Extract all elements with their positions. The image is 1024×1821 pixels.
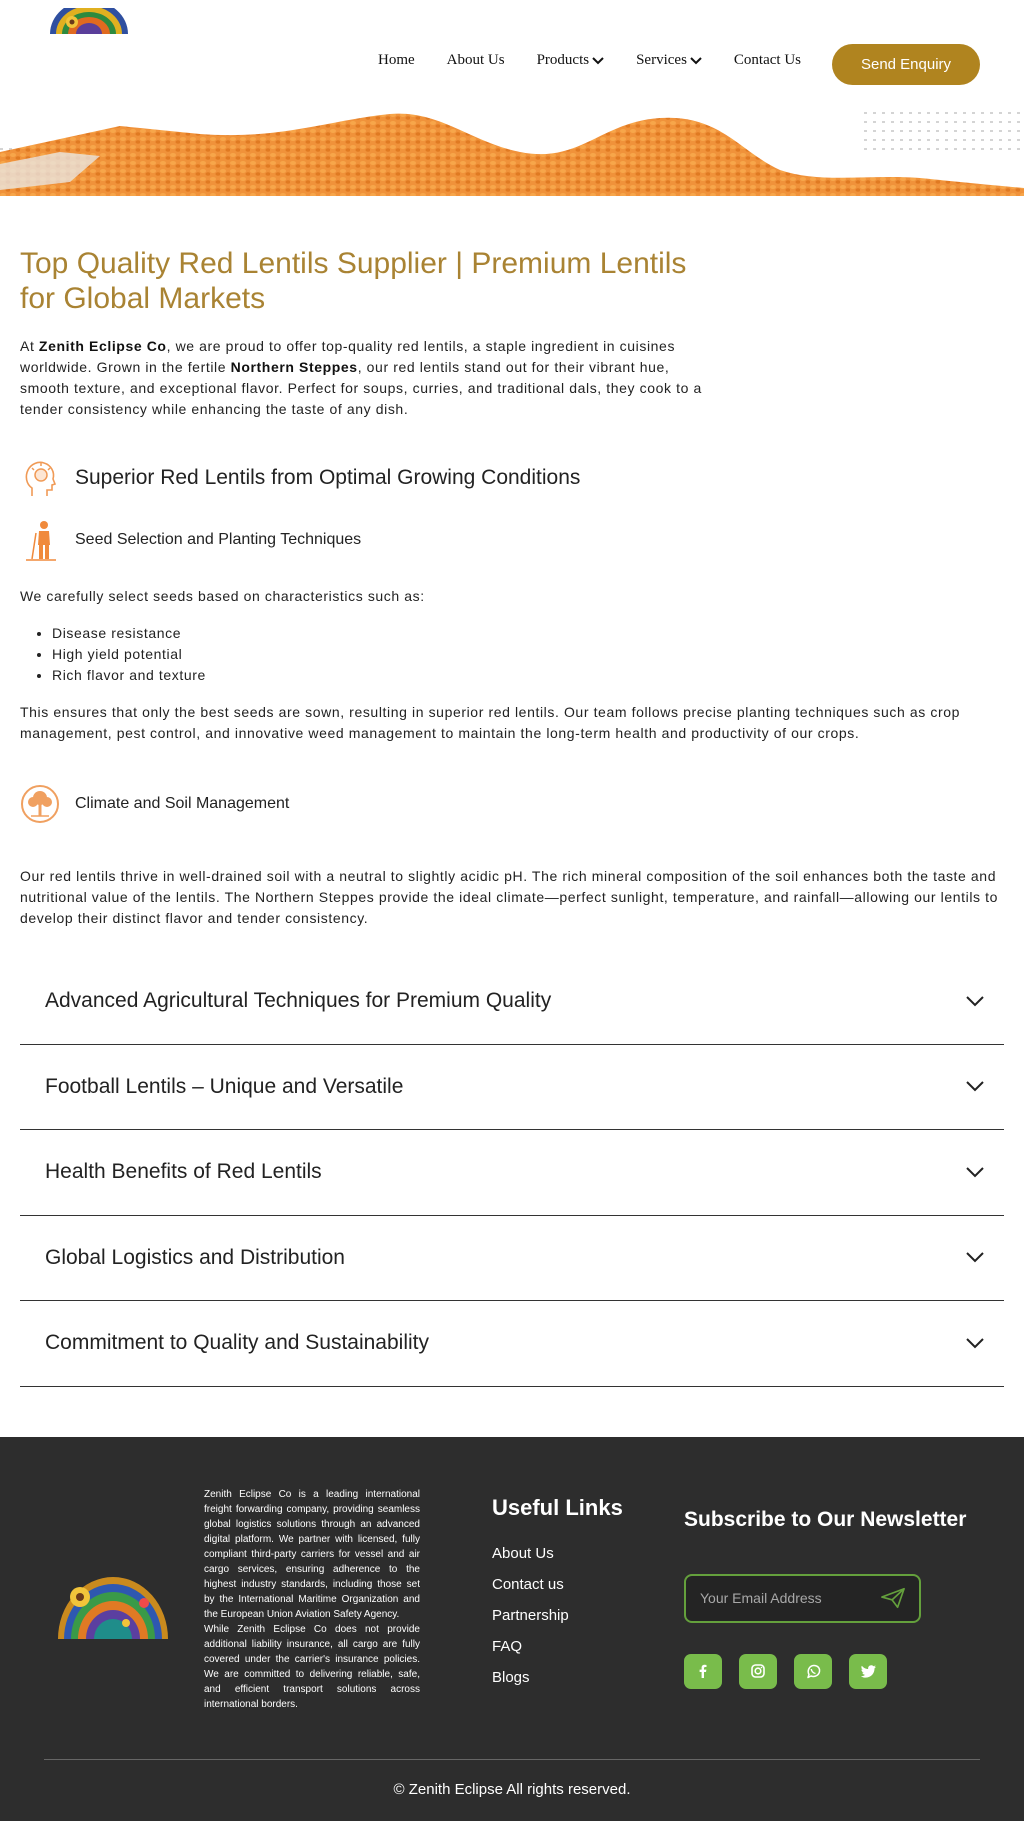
intro-paragraph: At Zenith Eclipse Co, we are proud to of… [20, 336, 710, 420]
nav-contact[interactable]: Contact Us [734, 52, 801, 69]
chevron-down-icon [966, 1081, 984, 1092]
site-header: Home About Us Products Services Contact … [0, 0, 1024, 112]
footer-link[interactable]: Partnership [492, 1607, 569, 1638]
chevron-down-icon [966, 1252, 984, 1263]
accordion-item[interactable]: Advanced Agricultural Techniques for Pre… [20, 959, 1004, 1045]
accordion-title: Commitment to Quality and Sustainability [45, 1331, 429, 1355]
seed-intro-text: We carefully select seeds based on chara… [20, 588, 425, 604]
nav-services-label: Services [636, 52, 687, 68]
footer-logo[interactable] [56, 1567, 170, 1639]
useful-links-list: About Us Contact us Partnership FAQ Blog… [492, 1545, 569, 1700]
newsletter-title: Subscribe to Our Newsletter [684, 1507, 967, 1531]
social-links [684, 1653, 904, 1689]
seed-characteristics-list: Disease resistance High yield potential … [20, 623, 1004, 686]
site-logo[interactable] [48, 8, 130, 34]
climate-heading-row: Climate and Soil Management [20, 782, 1004, 826]
nav-products-label: Products [536, 52, 590, 68]
site-footer: Zenith Eclipse Co is a leading internati… [0, 1436, 1024, 1821]
tree-circle-icon [20, 782, 60, 826]
email-input[interactable] [700, 1590, 881, 1606]
list-item: High yield potential [52, 644, 1004, 665]
chevron-down-icon [966, 1338, 984, 1349]
chevron-down-icon [592, 56, 604, 64]
useful-links-title: Useful Links [492, 1494, 623, 1520]
page-title: Top Quality Red Lentils Supplier | Premi… [20, 247, 687, 315]
newsletter-form [684, 1573, 921, 1623]
lentils-banner-image [0, 112, 1024, 196]
accordion-title: Football Lentils – Unique and Versatile [45, 1074, 404, 1098]
accordion-item[interactable]: Commitment to Quality and Sustainability [20, 1301, 1004, 1387]
climate-heading: Climate and Soil Management [75, 795, 290, 812]
accordion-title: Global Logistics and Distribution [45, 1245, 345, 1269]
accordion-item[interactable]: Football Lentils – Unique and Versatile [20, 1045, 1004, 1130]
chevron-down-icon [966, 1167, 984, 1178]
accordion-item[interactable]: Health Benefits of Red Lentils [20, 1130, 1004, 1216]
superior-heading-row: Superior Red Lentils from Optimal Growin… [20, 456, 1004, 500]
climate-text: Our red lentils thrive in well-drained s… [20, 868, 999, 926]
footer-divider [44, 1758, 980, 1760]
nav-about-label: About Us [446, 52, 505, 68]
nav-about[interactable]: About Us [447, 52, 505, 69]
seed-outro-text: This ensures that only the best seeds ar… [20, 704, 960, 741]
twitter-icon[interactable] [849, 1653, 887, 1689]
list-item: Disease resistance [52, 623, 1004, 644]
superior-heading: Superior Red Lentils from Optimal Growin… [75, 466, 581, 489]
footer-about-p1: Zenith Eclipse Co is a leading internati… [204, 1488, 420, 1620]
chevron-down-icon [966, 996, 984, 1007]
seed-heading: Seed Selection and Planting Techniques [75, 531, 362, 548]
intro-company: Zenith Eclipse Co [38, 338, 167, 354]
footer-link[interactable]: About Us [492, 1545, 569, 1576]
accordion-title: Advanced Agricultural Techniques for Pre… [45, 989, 552, 1013]
nav-services[interactable]: Services [636, 52, 702, 69]
main-nav: Home About Us Products Services Contact … [378, 52, 833, 69]
chevron-down-icon [690, 56, 702, 64]
accordion-item[interactable]: Global Logistics and Distribution [20, 1216, 1004, 1301]
lightbulb-head-icon [20, 456, 60, 500]
footer-link[interactable]: Blogs [492, 1669, 569, 1700]
accordion-title: Health Benefits of Red Lentils [45, 1160, 322, 1184]
paper-plane-icon[interactable] [881, 1587, 905, 1609]
footer-link[interactable]: Contact us [492, 1576, 569, 1607]
nav-home[interactable]: Home [378, 52, 415, 69]
faq-accordion: Advanced Agricultural Techniques for Pre… [20, 959, 1004, 1387]
footer-about-text: Zenith Eclipse Co is a leading internati… [204, 1487, 420, 1712]
whatsapp-icon[interactable] [794, 1653, 832, 1689]
seed-heading-row: Seed Selection and Planting Techniques [20, 518, 1004, 562]
footer-about-p2: While Zenith Eclipse Co does not provide… [204, 1623, 420, 1710]
list-item: Rich flavor and texture [52, 665, 1004, 686]
nav-home-label: Home [378, 52, 415, 68]
nav-contact-label: Contact Us [733, 52, 801, 68]
copyright-text: © Zenith Eclipse All rights reserved. [393, 1780, 631, 1798]
nav-products[interactable]: Products [537, 52, 605, 69]
intro-region: Northern Steppes [230, 359, 358, 375]
farmer-icon [20, 518, 60, 562]
footer-link[interactable]: FAQ [492, 1638, 569, 1669]
instagram-icon[interactable] [739, 1653, 777, 1689]
main-content: Top Quality Red Lentils Supplier | Premi… [0, 246, 1024, 1387]
facebook-icon[interactable] [684, 1653, 722, 1689]
send-enquiry-button[interactable]: Send Enquiry [832, 44, 980, 85]
intro-text-1: At [20, 338, 39, 354]
